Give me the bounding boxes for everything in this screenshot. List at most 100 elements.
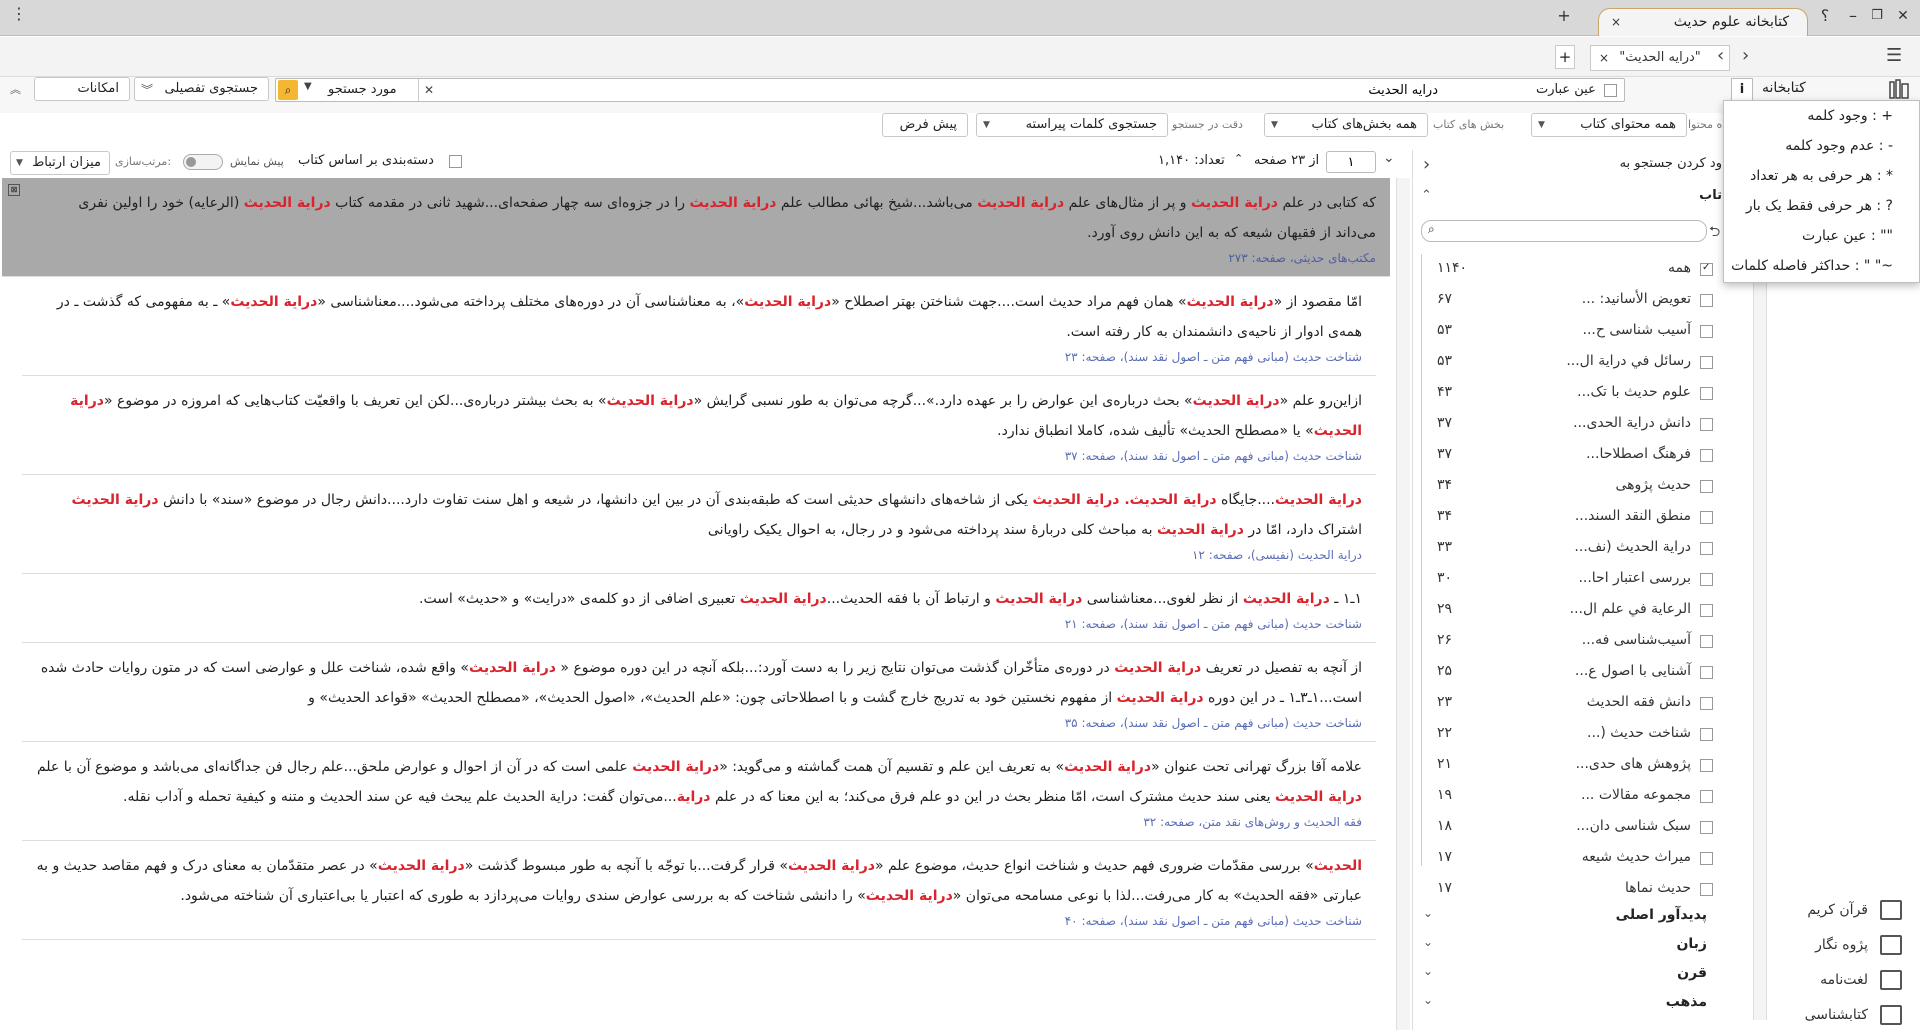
precision-dropdown[interactable]: ▼ جستجوی کلمات پیراسته	[976, 113, 1168, 137]
sidebar-item-quran[interactable]: قرآن کریم	[1750, 895, 1910, 925]
result-item[interactable]: ازاین‌رو علم «درایة الحدیث» بحث درباره‌ی…	[22, 376, 1376, 475]
facet-row[interactable]: ۴۳ علوم حدیث با تک...	[1413, 378, 1723, 409]
facet-religion-label[interactable]: مذهب	[1666, 994, 1707, 1010]
facet-checkbox[interactable]	[1700, 635, 1713, 648]
sidebar-item-dictionary[interactable]: لغت‌نامه	[1750, 965, 1910, 995]
menu-item[interactable]: هر حرفی فقط یک بار : ?	[1724, 191, 1919, 221]
result-source[interactable]: شناخت حدیث (مبانی فهم متن ـ اصول نقد سند…	[36, 911, 1362, 931]
sidebar-item-pajoohnegar[interactable]: پژوه نگار	[1750, 930, 1910, 960]
default-button[interactable]: پیش فرض	[882, 113, 968, 137]
facet-row[interactable]: ۲۶ آسیب‌شناسی فه...	[1413, 626, 1723, 657]
facet-checkbox[interactable]	[1700, 449, 1713, 462]
help-button[interactable]: ؟	[1814, 6, 1836, 25]
collapse-up-icon[interactable]: ︽	[10, 81, 21, 97]
facet-checkbox[interactable]	[1700, 387, 1713, 400]
facet-checkbox[interactable]	[1700, 511, 1713, 524]
facet-row[interactable]: ۵۳ رسائل في دراية ال...	[1413, 347, 1723, 378]
facet-checkbox[interactable]	[1700, 759, 1713, 772]
result-item[interactable]: ۱ـ۱ ـ درایة الحدیث از نظر لغوی...معناشنا…	[22, 574, 1376, 643]
chevron-down-icon[interactable]: ⌄	[1383, 150, 1395, 166]
search-scope[interactable]: مورد جستجو	[328, 79, 397, 101]
preview-toggle[interactable]	[183, 154, 223, 170]
facet-checkbox[interactable]	[1700, 325, 1713, 338]
facet-row[interactable]: ۲۱ پژوهش های حدی...	[1413, 750, 1723, 781]
facet-checkbox[interactable]	[1700, 294, 1713, 307]
new-window-button[interactable]: +	[1553, 6, 1575, 25]
chevron-up-icon[interactable]: ⌃	[1421, 188, 1432, 203]
result-item[interactable]: الحدیث» بررسی مقدّمات ضروری فهم حدیث و ش…	[22, 841, 1376, 940]
facet-row[interactable]: ۲۹ الرعاية في علم ال...	[1413, 595, 1723, 626]
facet-checkbox[interactable]	[1700, 666, 1713, 679]
facet-checkbox[interactable]	[1700, 573, 1713, 586]
result-item[interactable]: علامه آقا بزرگ تهرانی تحت عنوان «درایة ا…	[22, 742, 1376, 841]
facet-author-label[interactable]: پدیدآور اصلی	[1616, 907, 1707, 923]
close-doc-tab-icon[interactable]: ×	[1599, 46, 1609, 70]
group-by-book-checkbox[interactable]	[449, 155, 462, 168]
facet-row[interactable]: ۳۴ منطق النقد السند...	[1413, 502, 1723, 533]
result-source[interactable]: درایة الحدیث (نفیسی)، صفحه: ۱۲	[36, 545, 1362, 565]
facet-row[interactable]: ۳۷ فرهنگ اصطلاحا...	[1413, 440, 1723, 471]
facet-row[interactable]: ۳۴ حدیث پژوهی	[1413, 471, 1723, 502]
facet-checkbox[interactable]	[1700, 356, 1713, 369]
exact-phrase-checkbox[interactable]	[1604, 84, 1617, 97]
facet-checkbox[interactable]	[1700, 604, 1713, 617]
facet-checkbox[interactable]	[1700, 883, 1713, 896]
facet-row[interactable]: ۳۰ بررسی اعتبار احا...	[1413, 564, 1723, 595]
facet-checkbox[interactable]	[1700, 480, 1713, 493]
info-icon[interactable]: i	[1731, 78, 1753, 102]
facet-row[interactable]: ۲۲ شناخت حدیث (...	[1413, 719, 1723, 750]
result-source[interactable]: فقه الحدیث و روش‌های نقد متن، صفحه: ۳۲	[36, 812, 1362, 832]
menu-item[interactable]: هر حرفی به هر تعداد : *	[1724, 161, 1919, 191]
chevron-down-icon[interactable]: ▼	[304, 81, 312, 92]
hamburger-menu-icon[interactable]: ☰	[1886, 45, 1902, 66]
library-icon[interactable]	[1888, 78, 1912, 100]
facet-row[interactable]: ۵۳ آسیب شناسی ح...	[1413, 316, 1723, 347]
facet-row[interactable]: ۱۸ سبک شناسی دان...	[1413, 812, 1723, 843]
collapse-panel-icon[interactable]: ›	[1423, 154, 1430, 175]
facet-row-all[interactable]: ۱۱۴۰ همه ✓	[1413, 254, 1723, 285]
new-doc-tab-button[interactable]: +	[1555, 45, 1575, 69]
close-window-button[interactable]: ✕	[1892, 8, 1914, 24]
search-input[interactable]	[446, 80, 1446, 100]
detailed-search-button[interactable]: ︾ جستجوی تفصیلی	[134, 77, 269, 101]
expand-icon[interactable]: ⊠	[8, 184, 20, 196]
facet-checkbox[interactable]	[1700, 821, 1713, 834]
facet-checkbox[interactable]	[1700, 542, 1713, 555]
facet-row[interactable]: ۱۷ میراث حدیث شیعه	[1413, 843, 1723, 874]
app-tab[interactable]: × کتابخانه علوم حدیث	[1598, 8, 1808, 36]
facet-row[interactable]: ۳۳ درایة الحدیث (نف...	[1413, 533, 1723, 564]
chevron-up-icon[interactable]: ⌃	[1234, 152, 1243, 165]
facet-row[interactable]: ۲۵ آشنایی با اصول ع...	[1413, 657, 1723, 688]
facet-checkbox[interactable]	[1700, 728, 1713, 741]
back-arrow-icon[interactable]: ⮌	[1709, 221, 1720, 245]
result-source[interactable]: مکتب‌های حدیثی، صفحه: ۲۷۳	[42, 248, 1376, 268]
facet-search-input[interactable]: ⌕	[1421, 220, 1707, 242]
result-item[interactable]: از آنچه به تفصیل در تعریف درایة الحدیث د…	[22, 643, 1376, 742]
facet-checkbox[interactable]	[1700, 418, 1713, 431]
result-source[interactable]: شناخت حدیث (مبانی فهم متن ـ اصول نقد سند…	[36, 446, 1362, 466]
sidebar-scrollbar[interactable]	[1753, 170, 1767, 1020]
doc-tab[interactable]: × "درایه الحدیث"	[1590, 45, 1730, 71]
menu-item[interactable]: عدم وجود کلمه : -	[1724, 131, 1919, 161]
facet-checkbox[interactable]	[1700, 852, 1713, 865]
search-box[interactable]: ⌕ ▼ مورد جستجو ✕ عین عبارت	[275, 78, 1625, 102]
page-input[interactable]	[1326, 151, 1376, 173]
menu-item[interactable]: عین عبارت : ""	[1724, 221, 1919, 251]
chevron-right-icon[interactable]: ›	[1742, 45, 1749, 66]
result-item[interactable]: درایة الحدیث....جایگاه درایة الحدیث. درا…	[22, 475, 1376, 574]
close-tab-icon[interactable]: ×	[1611, 9, 1621, 35]
facet-row[interactable]: ۳۷ دانش درایة الحدی...	[1413, 409, 1723, 440]
facet-row[interactable]: ۲۳ دانش فقه الحدیث	[1413, 688, 1723, 719]
sections-dropdown[interactable]: ▼ همه بخش‌های کتاب	[1264, 113, 1428, 137]
facet-checkbox[interactable]	[1700, 790, 1713, 803]
result-source[interactable]: شناخت حدیث (مبانی فهم متن ـ اصول نقد سند…	[36, 347, 1362, 367]
overflow-menu-icon[interactable]: ⋮	[8, 4, 30, 23]
library-label[interactable]: کتابخانه	[1762, 80, 1806, 96]
facet-century-label[interactable]: قرن	[1677, 965, 1707, 981]
search-icon[interactable]: ⌕	[278, 80, 298, 100]
minimize-button[interactable]: –	[1842, 6, 1864, 25]
content-dropdown[interactable]: ▼ همه محتوای کتاب	[1531, 113, 1687, 137]
menu-item[interactable]: حداکثر فاصله کلمات : " "~	[1724, 251, 1919, 281]
restore-button[interactable]: ❐	[1866, 8, 1888, 23]
facet-checkbox[interactable]	[1700, 697, 1713, 710]
